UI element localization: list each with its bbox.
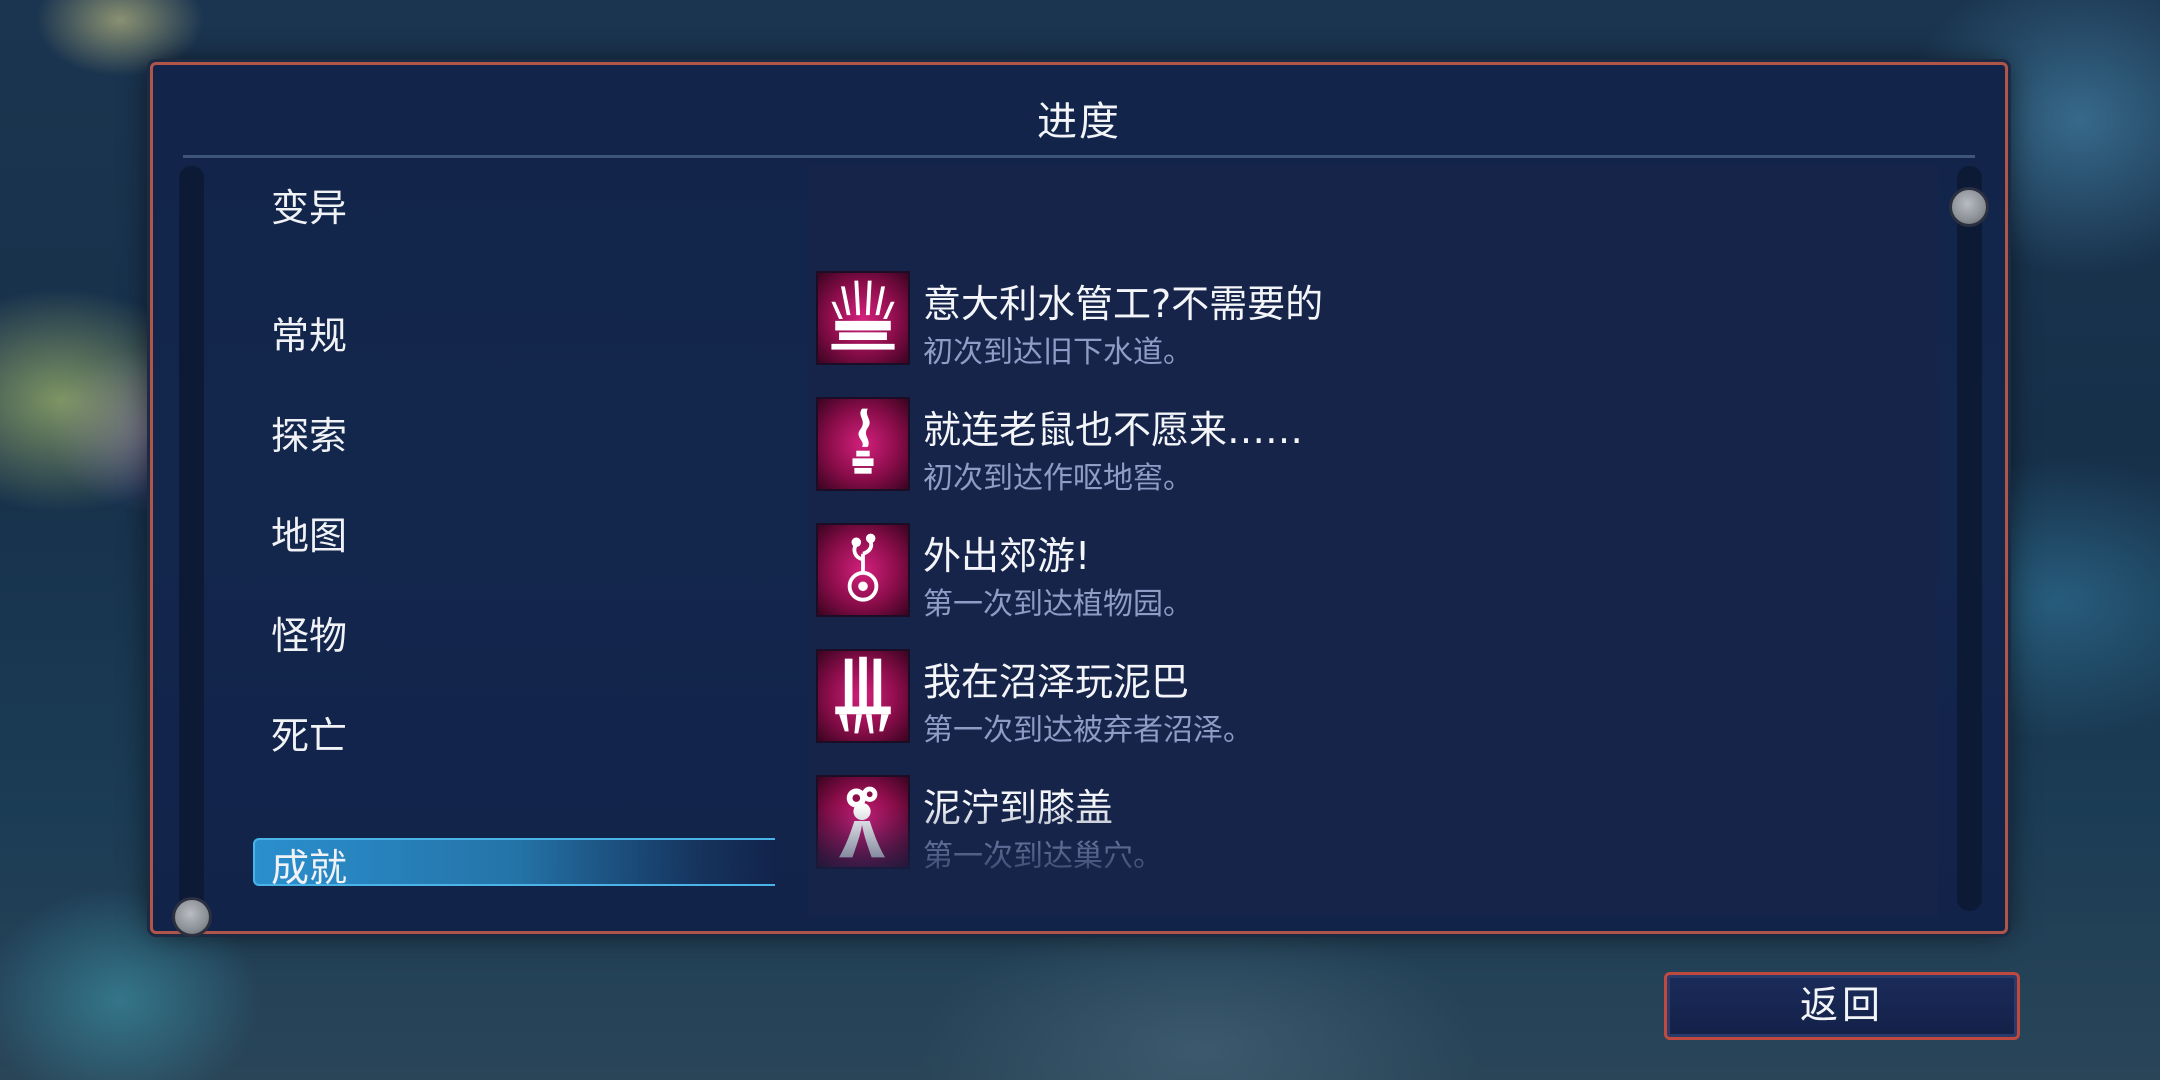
achievement-title: 天空陨落 — [923, 903, 1075, 915]
achievement-title: 我在沼泽玩泥巴 — [923, 660, 1190, 704]
achievement-row[interactable]: 意大利水管工?不需要的 初次到达旧下水道。 — [808, 271, 1908, 381]
category-scrollbar-track[interactable] — [179, 166, 204, 911]
achievement-description: 初次到达作呕地窖。 — [923, 461, 1193, 496]
achievement-description: 第一次到达植物园。 — [923, 587, 1193, 622]
nest-creature-icon — [816, 775, 910, 869]
achievement-title: 外出郊游! — [923, 534, 1091, 578]
achievement-title: 就连老鼠也不愿来…… — [923, 408, 1304, 452]
achievement-row[interactable]: 就连老鼠也不愿来…… 初次到达作呕地窖。 — [808, 397, 1908, 507]
category-deaths[interactable]: 死亡 — [271, 705, 347, 760]
list-scrollbar-track[interactable] — [1957, 166, 1982, 911]
panel-title: 进度 — [1037, 99, 1121, 145]
achievement-description: 初次到达旧下水道。 — [923, 335, 1193, 370]
achievement-title: 泥泞到膝盖 — [923, 786, 1114, 830]
falling-sky-icon — [816, 901, 910, 915]
title-divider — [183, 155, 1975, 158]
category-map[interactable]: 地图 — [271, 505, 347, 560]
category-scrollbar-knob[interactable] — [172, 897, 212, 937]
swamp-roots-icon — [816, 649, 910, 743]
category-general[interactable]: 常规 — [271, 305, 347, 360]
category-achievements[interactable]: 成就 — [271, 837, 347, 892]
category-mutations[interactable]: 变异 — [271, 177, 347, 232]
achievement-row[interactable]: 泥泞到膝盖 第一次到达巢穴。 — [808, 775, 1908, 885]
achievement-row[interactable]: 天空陨落 — [808, 901, 1908, 915]
achievement-description: 第一次到达巢穴。 — [923, 839, 1163, 874]
achievement-row[interactable]: 外出郊游! 第一次到达植物园。 — [808, 523, 1908, 633]
list-scrollbar-knob[interactable] — [1949, 187, 1989, 227]
sewer-crown-icon — [816, 271, 910, 365]
progress-panel: 进度 变异 常规 探索 地图 怪物 死亡 成就 意大利水管工?不需要的 初次到达… — [150, 62, 2008, 937]
category-monsters[interactable]: 怪物 — [271, 605, 347, 660]
achievement-list[interactable]: 意大利水管工?不需要的 初次到达旧下水道。 就连老鼠也不愿来…… 初次到达作呕地… — [808, 165, 1938, 915]
category-exploration[interactable]: 探索 — [271, 405, 347, 460]
achievement-row[interactable]: 我在沼泽玩泥巴 第一次到达被弃者沼泽。 — [808, 649, 1908, 759]
achievement-description: 第一次到达被弃者沼泽。 — [923, 713, 1253, 748]
flame-pillar-icon — [816, 397, 910, 491]
back-button[interactable]: 返回 — [1664, 972, 2020, 1040]
flower-bottle-icon — [816, 523, 910, 617]
achievement-title: 意大利水管工?不需要的 — [923, 282, 1324, 326]
